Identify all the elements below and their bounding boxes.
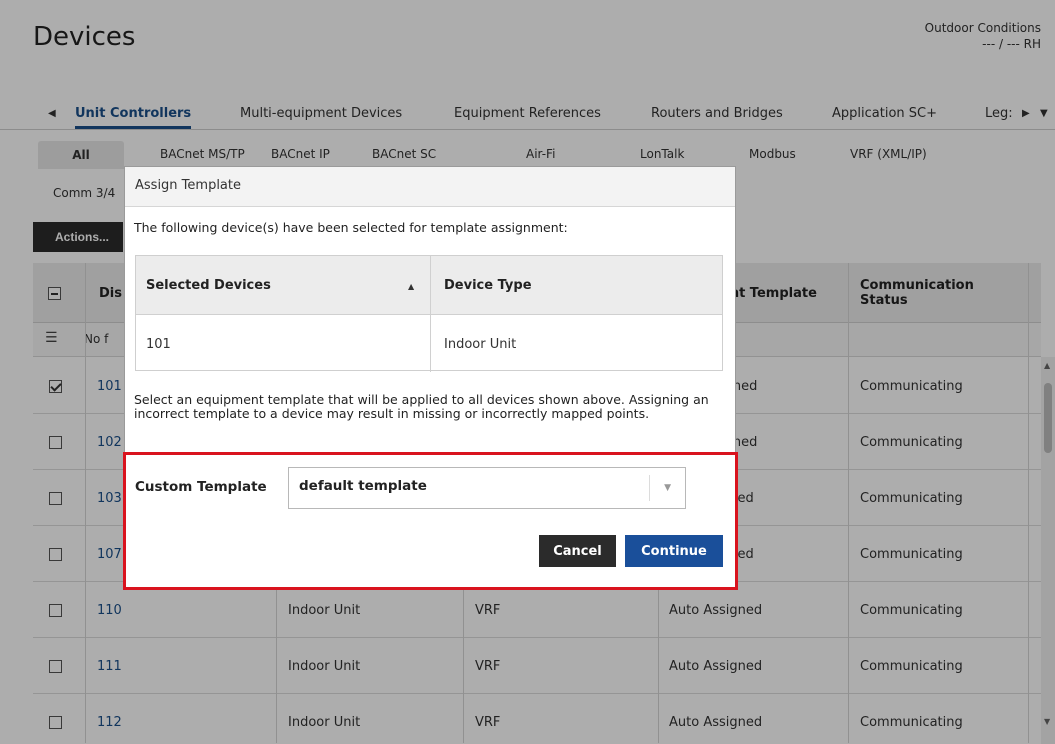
selected-device-type-cell: Indoor Unit bbox=[444, 336, 517, 352]
column-divider bbox=[430, 256, 431, 372]
custom-template-value: default template bbox=[299, 478, 427, 494]
dialog-description: Select an equipment template that will b… bbox=[134, 392, 709, 421]
cancel-button[interactable]: Cancel bbox=[539, 535, 616, 567]
selected-devices-table: Selected Devices ▲ Device Type 101 Indoo… bbox=[135, 255, 723, 372]
continue-button[interactable]: Continue bbox=[625, 535, 723, 567]
chevron-down-icon[interactable]: ▼ bbox=[664, 483, 671, 493]
column-selected-devices[interactable]: Selected Devices bbox=[146, 256, 271, 315]
custom-template-label: Custom Template bbox=[135, 479, 267, 495]
column-device-type[interactable]: Device Type bbox=[444, 256, 532, 315]
dialog-intro-text: The following device(s) have been select… bbox=[134, 220, 568, 235]
sort-ascending-icon[interactable]: ▲ bbox=[408, 282, 414, 291]
dialog-title: Assign Template bbox=[125, 167, 735, 207]
custom-template-select[interactable]: default template ▼ bbox=[288, 467, 686, 509]
devices-page: Devices Outdoor Conditions --- / --- RH … bbox=[0, 0, 1055, 744]
select-divider bbox=[649, 475, 650, 501]
selected-device-cell: 101 bbox=[146, 336, 171, 352]
selected-devices-header: Selected Devices ▲ Device Type bbox=[136, 256, 722, 315]
